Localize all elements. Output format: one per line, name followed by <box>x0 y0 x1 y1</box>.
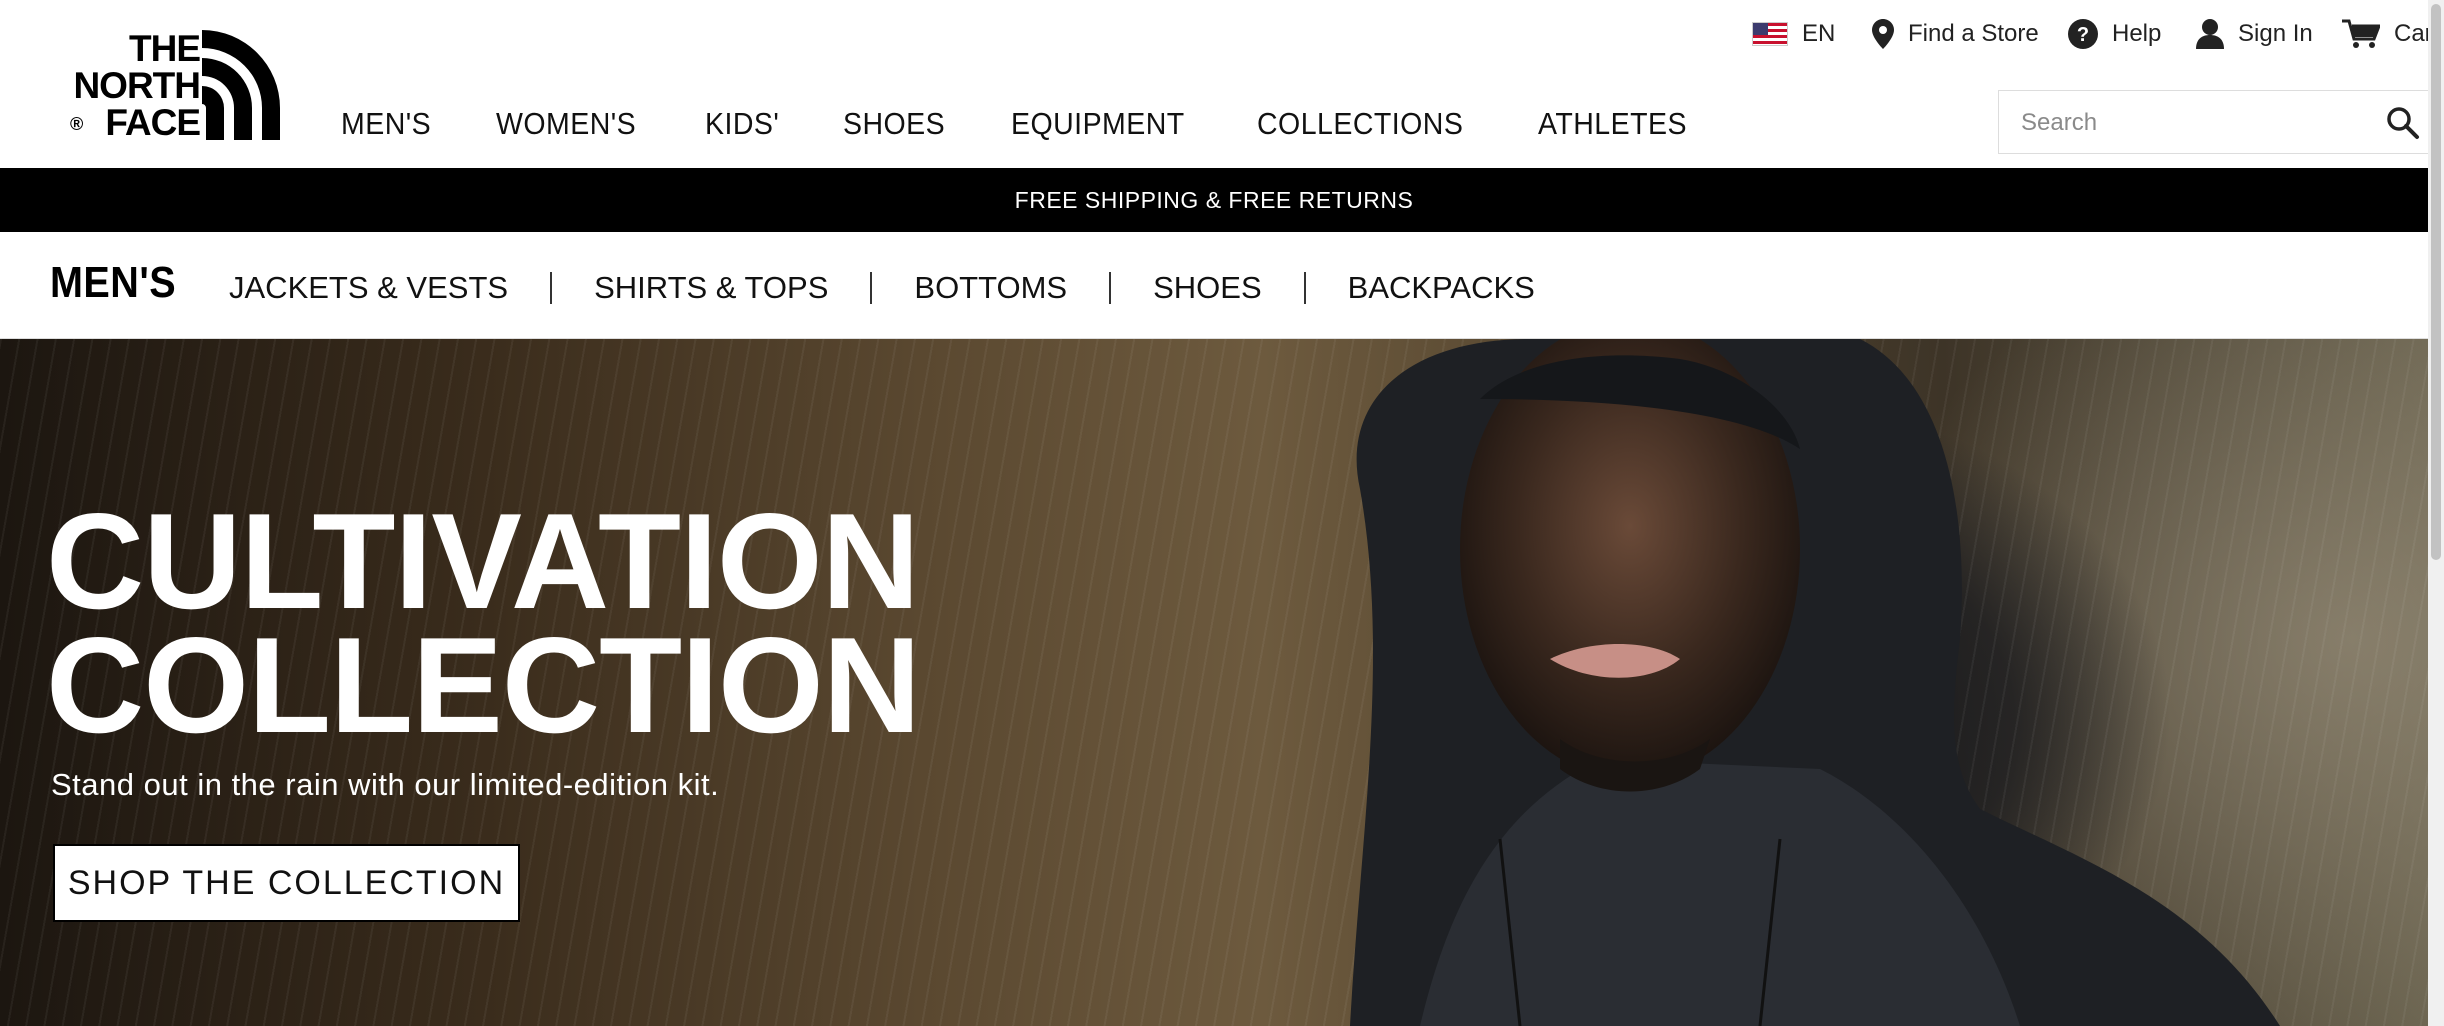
logo-line-3: FACE <box>105 102 201 143</box>
subnav-item-bottoms[interactable]: BOTTOMS <box>914 270 1067 306</box>
nav-item-mens[interactable]: MEN'S <box>341 106 431 142</box>
subnav-divider <box>870 272 873 304</box>
nav-item-womens[interactable]: WOMEN'S <box>496 106 636 142</box>
category-title: MEN'S <box>50 258 177 307</box>
hero-subheadline: Stand out in the rain with our limited-e… <box>51 767 720 802</box>
category-links: JACKETS & VESTS SHIRTS & TOPS BOTTOMS SH… <box>229 270 1535 306</box>
promo-bar[interactable]: FREE SHIPPING & FREE RETURNS <box>0 168 2428 232</box>
nav-item-shoes[interactable]: SHOES <box>843 106 945 142</box>
cart-link[interactable]: Car <box>2342 14 2433 54</box>
language-selector[interactable]: EN <box>1752 14 1835 54</box>
search-icon[interactable] <box>2385 105 2421 141</box>
brand-logo[interactable]: THE NORTH FACE ® <box>50 28 280 142</box>
nav-item-equipment[interactable]: EQUIPMENT <box>1011 106 1185 142</box>
shop-collection-label: SHOP THE COLLECTION <box>67 863 506 902</box>
find-store-link[interactable]: Find a Store <box>1872 14 2039 54</box>
subnav-item-jackets-vests[interactable]: JACKETS & VESTS <box>229 270 508 306</box>
logo-line-1: THE <box>129 28 201 69</box>
half-dome-logo-icon <box>202 30 280 140</box>
hero-headline: CULTIVATION COLLECTION <box>46 485 921 761</box>
us-flag-icon <box>1752 22 1788 46</box>
shop-collection-button[interactable]: SHOP THE COLLECTION <box>53 844 520 922</box>
promo-text: FREE SHIPPING & FREE RETURNS <box>1014 186 1414 213</box>
search-box <box>1998 90 2430 154</box>
location-pin-icon <box>1872 19 1894 49</box>
subnav-divider <box>1303 272 1306 304</box>
main-navigation: MEN'S WOMEN'S KIDS' SHOES EQUIPMENT COLL… <box>341 106 1757 142</box>
nav-item-athletes[interactable]: ATHLETES <box>1538 106 1687 142</box>
subnav-item-backpacks[interactable]: BACKPACKS <box>1348 270 1535 306</box>
hooded-model-image <box>1350 339 2280 1026</box>
subnav-item-shoes[interactable]: SHOES <box>1153 270 1262 306</box>
site-header: THE NORTH FACE ® EN Find a Store ? Help … <box>0 0 2444 168</box>
help-label: Help <box>2112 20 2162 47</box>
logo-line-2: NORTH <box>73 65 201 106</box>
logo-registered-mark: ® <box>70 114 84 134</box>
subnav-divider <box>550 272 553 304</box>
sign-in-link[interactable]: Sign In <box>2196 14 2313 54</box>
subnav-divider <box>1109 272 1112 304</box>
nav-item-kids[interactable]: KIDS' <box>705 106 779 142</box>
search-input[interactable] <box>2019 103 2363 143</box>
svg-text:?: ? <box>2077 24 2089 46</box>
page-scrollbar[interactable] <box>2428 0 2444 1026</box>
hero-banner[interactable]: CULTIVATION COLLECTION Stand out in the … <box>0 339 2428 1026</box>
nav-item-collections[interactable]: COLLECTIONS <box>1257 106 1463 142</box>
language-label: EN <box>1802 20 1836 47</box>
question-circle-icon: ? <box>2068 19 2098 49</box>
cart-icon <box>2342 19 2380 48</box>
scrollbar-thumb[interactable] <box>2431 4 2441 560</box>
user-icon <box>2196 19 2224 49</box>
sign-in-label: Sign In <box>2238 20 2313 47</box>
help-link[interactable]: ? Help <box>2068 14 2161 54</box>
subnav-item-shirts-tops[interactable]: SHIRTS & TOPS <box>594 270 828 306</box>
find-store-label: Find a Store <box>1908 20 2039 47</box>
category-subnav: MEN'S JACKETS & VESTS SHIRTS & TOPS BOTT… <box>0 232 2428 339</box>
cart-label: Car <box>2394 20 2433 47</box>
